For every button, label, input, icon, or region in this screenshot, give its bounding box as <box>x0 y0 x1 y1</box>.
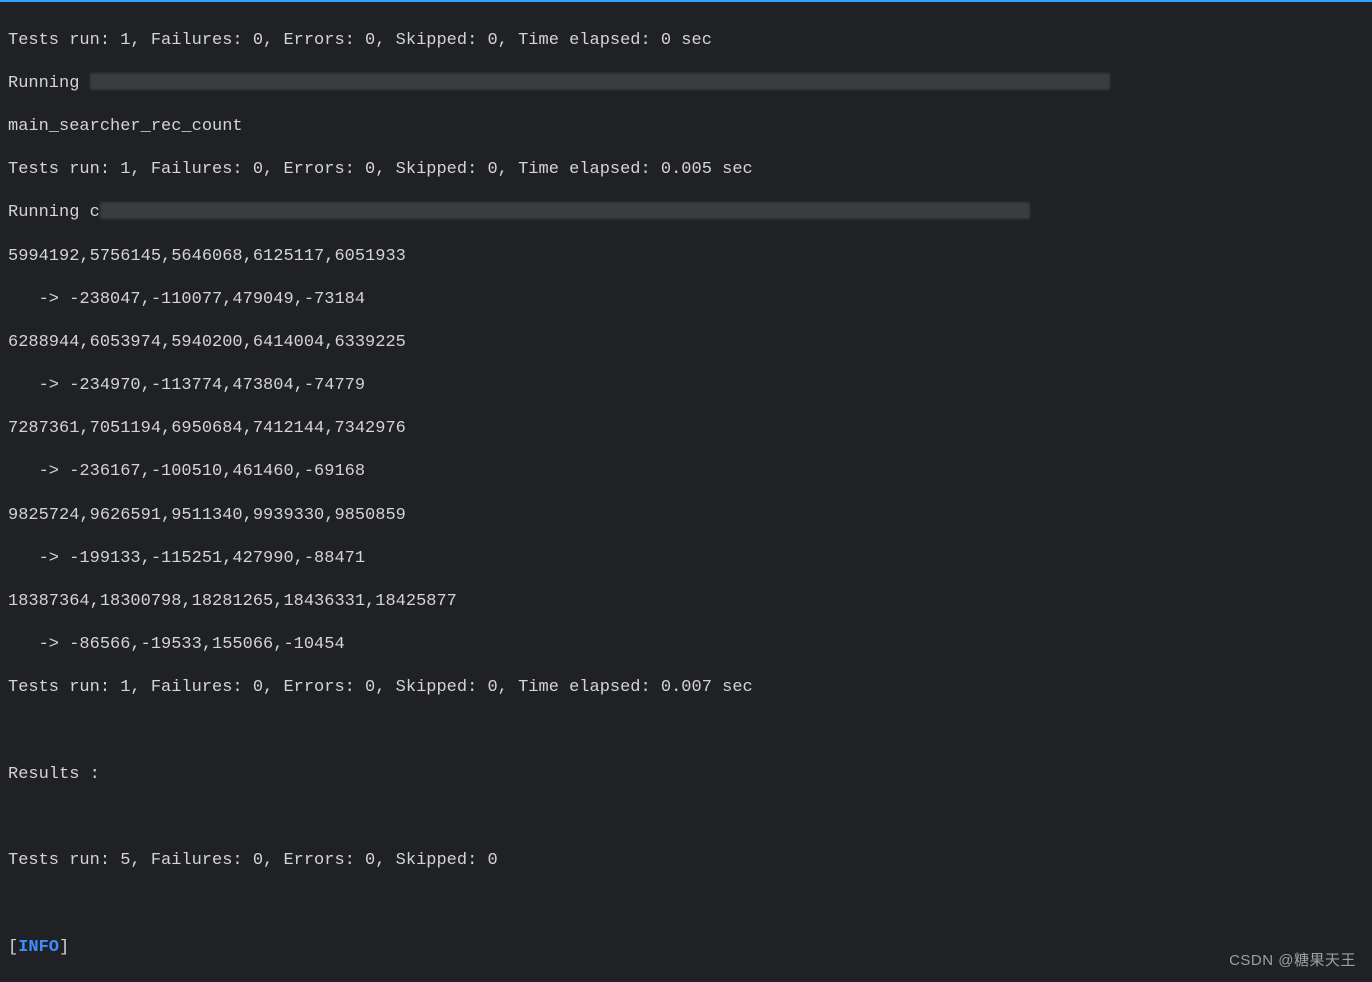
results-label: Results : <box>8 764 1364 786</box>
blank-line <box>8 721 1364 743</box>
data-line: -> -86566,-19533,155066,-10454 <box>8 634 1364 656</box>
main-searcher-line: main_searcher_rec_count <box>8 116 1364 138</box>
redacted-text <box>90 73 1110 90</box>
info-line: [INFO] <box>8 937 1364 959</box>
running-line-1: Running <box>8 73 1364 95</box>
blank-line <box>8 893 1364 915</box>
data-line: -> -236167,-100510,461460,-69168 <box>8 461 1364 483</box>
data-line: 18387364,18300798,18281265,18436331,1842… <box>8 591 1364 613</box>
test-result-line: Tests run: 1, Failures: 0, Errors: 0, Sk… <box>8 677 1364 699</box>
data-line: 6288944,6053974,5940200,6414004,6339225 <box>8 332 1364 354</box>
redacted-text <box>100 202 1030 219</box>
data-line: -> -234970,-113774,473804,-74779 <box>8 375 1364 397</box>
running-line-2: Running c <box>8 202 1364 224</box>
data-line: 7287361,7051194,6950684,7412144,7342976 <box>8 418 1364 440</box>
data-line: 5994192,5756145,5646068,6125117,6051933 <box>8 246 1364 268</box>
data-line: -> -199133,-115251,427990,-88471 <box>8 548 1364 570</box>
watermark-text: CSDN @糖果天王 <box>1229 950 1356 972</box>
data-line: 9825724,9626591,9511340,9939330,9850859 <box>8 505 1364 527</box>
test-result-line: Tests run: 1, Failures: 0, Errors: 0, Sk… <box>8 30 1364 52</box>
test-result-line: Tests run: 1, Failures: 0, Errors: 0, Sk… <box>8 159 1364 181</box>
data-line: -> -238047,-110077,479049,-73184 <box>8 289 1364 311</box>
terminal-window[interactable]: Tests run: 1, Failures: 0, Errors: 0, Sk… <box>0 0 1372 982</box>
blank-line <box>8 807 1364 829</box>
test-summary-line: Tests run: 5, Failures: 0, Errors: 0, Sk… <box>8 850 1364 872</box>
